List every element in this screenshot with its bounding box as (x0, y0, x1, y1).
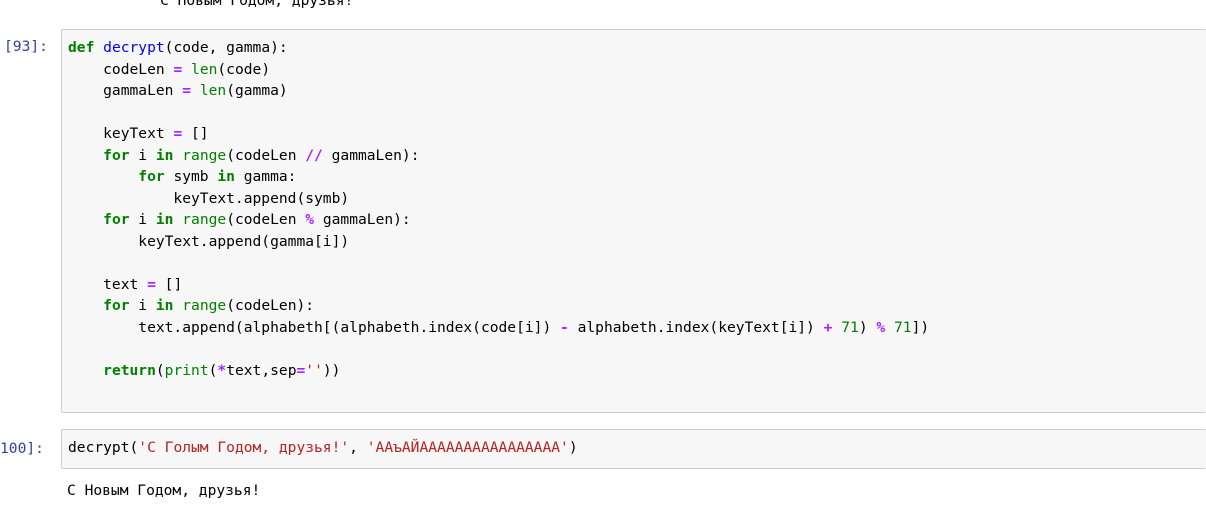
code-line: text.append(alphabeth[(alphabeth.index(c… (68, 318, 930, 336)
code-line: for i in range(codeLen // gammaLen): (103, 146, 420, 164)
code-line: text = [] (68, 275, 183, 293)
code-line: for i in range(codeLen % gammaLen): (103, 211, 411, 228)
code-line: gammaLen = len(gamma) (68, 82, 288, 99)
code-line: def decrypt(code, gamma): (68, 39, 288, 56)
code-line: keyText = [] (68, 125, 209, 142)
previous-cell-output: С Новым Годом, друзья! (160, 0, 354, 9)
code-line: decrypt('С Голым Годом, друзья!', 'ААъАЙ… (68, 439, 578, 456)
code-line: keyText.append(gamma[i]) (68, 232, 350, 250)
cell-prompt: 100]: (0, 440, 44, 457)
code-cell-input[interactable]: decrypt('С Голым Годом, друзья!', 'ААъАЙ… (61, 429, 1206, 469)
code-editor[interactable]: decrypt('С Голым Годом, друзья!', 'ААъАЙ… (68, 437, 578, 459)
code-line: return(print(*text,sep='')) (103, 361, 341, 379)
code-line: for i in range(codeLen): (103, 297, 315, 314)
code-cell-input[interactable]: def decrypt(code, gamma): codeLen = len(… (61, 29, 1206, 413)
cell-prompt: [93]: (4, 38, 48, 55)
code-editor[interactable]: def decrypt(code, gamma): codeLen = len(… (68, 37, 929, 381)
code-line: for symb in gamma: (138, 168, 297, 185)
cell-output-text: С Новым Годом, друзья! (67, 482, 261, 499)
code-line: keyText.append(symb) (68, 189, 350, 207)
code-line: codeLen = len(code) (68, 60, 271, 78)
